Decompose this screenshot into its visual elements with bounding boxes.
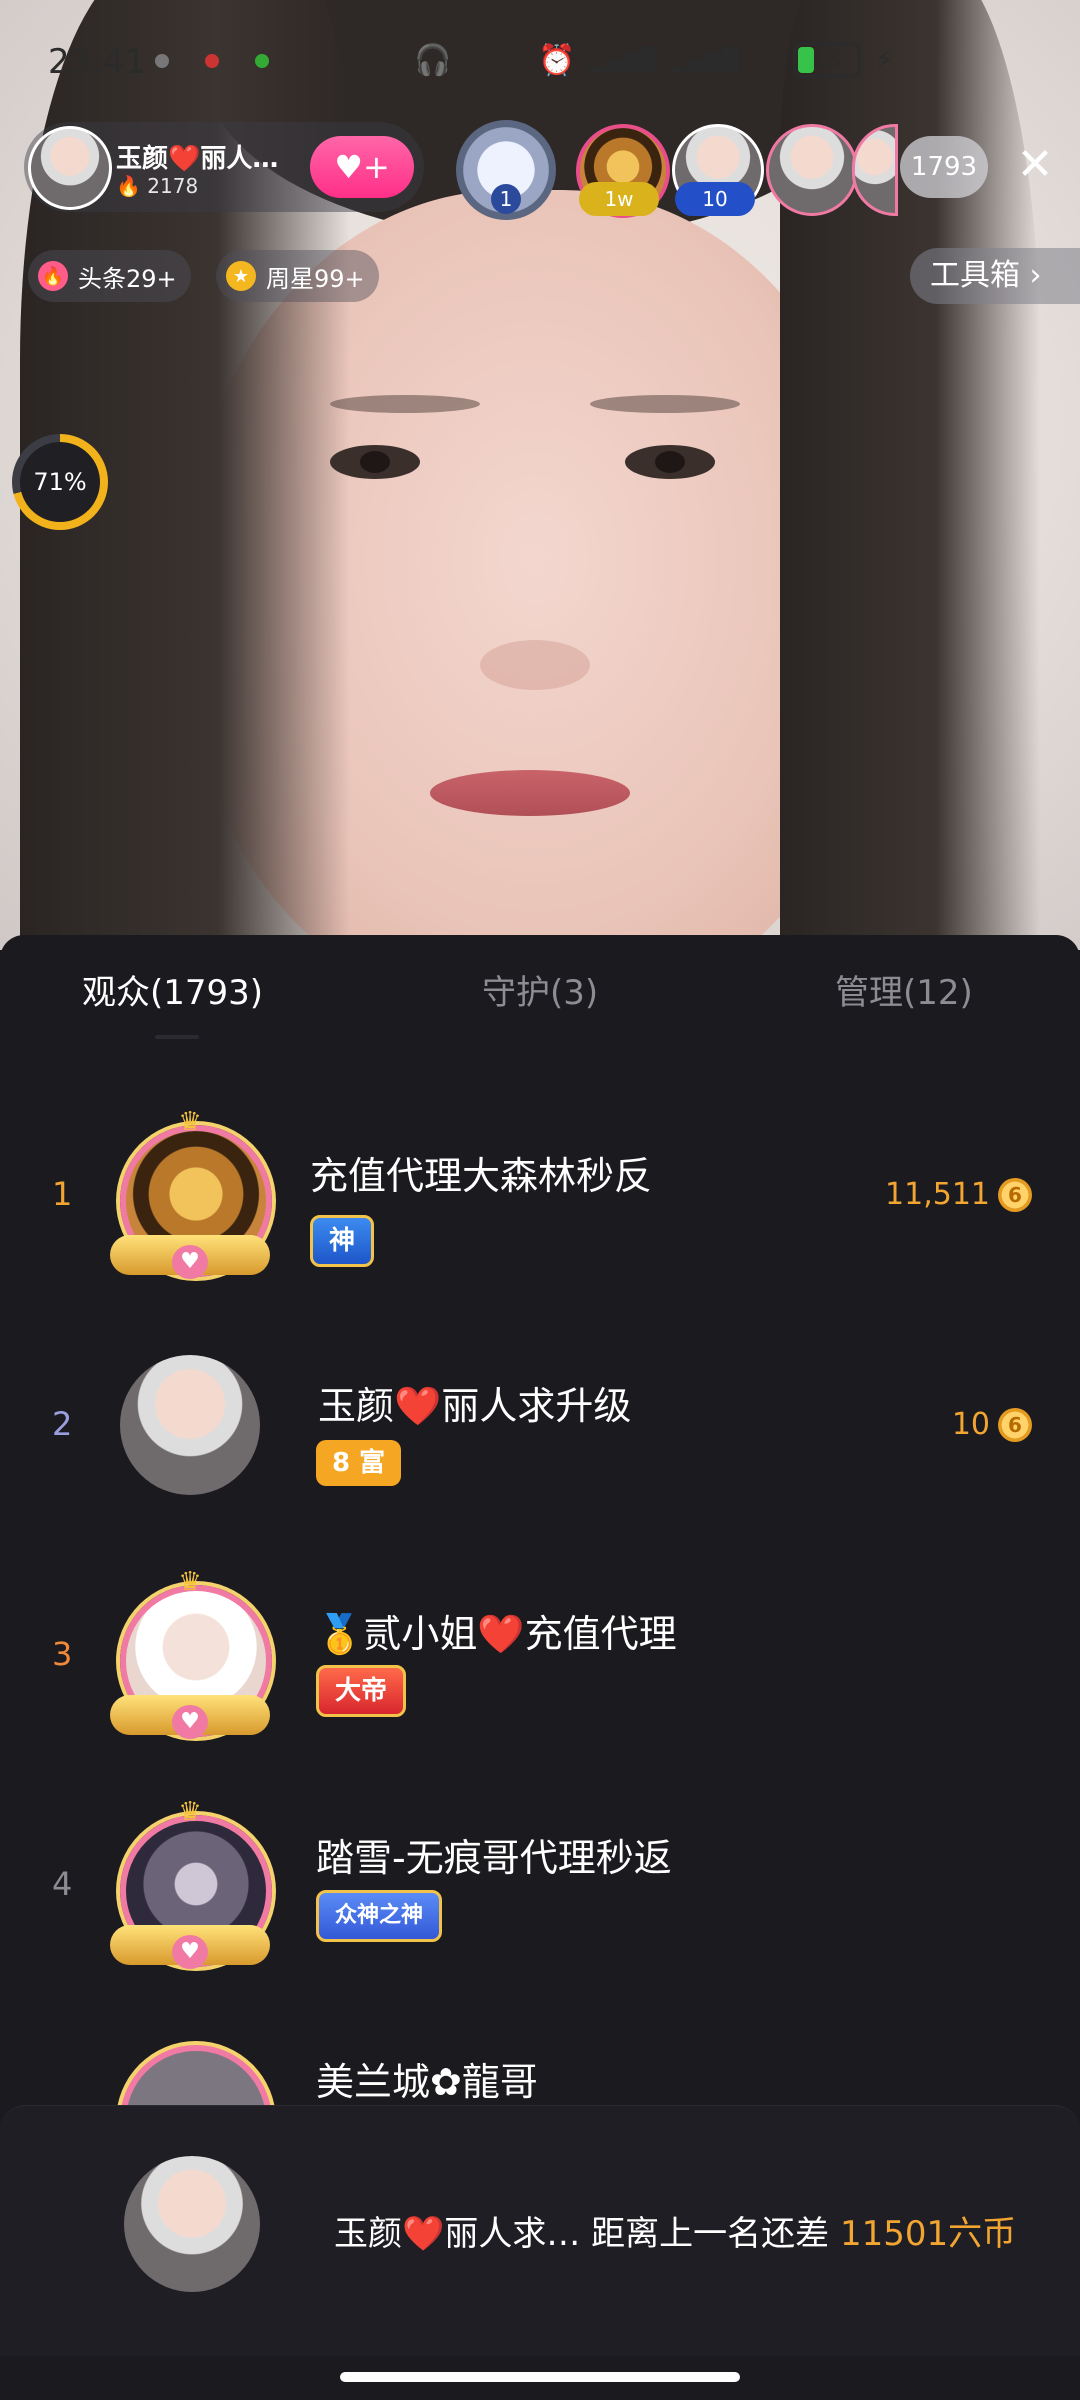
follow-button[interactable]: ♥+ xyxy=(310,136,414,198)
alarm-icon: ⏰ xyxy=(538,42,576,78)
crown-icon: ♛ xyxy=(178,1107,202,1137)
row-rank: 2 xyxy=(52,1405,73,1443)
status-bar: 23:41 ⋯ 🎧 ☾ ᛒ ⏰ ▂▄▆█ ▂▄▆█ ◠ 18 ⚡ xyxy=(0,0,1080,120)
audience-tabs: 观众(1793) 守护(3) 管理(12) xyxy=(0,965,1080,1035)
audience-row[interactable]: 美兰城✿龍哥 xyxy=(0,1995,1080,2105)
my-name: 玉颜❤️丽人求… xyxy=(334,2214,581,2254)
row-rank: 4 xyxy=(52,1865,73,1903)
level-badge: 大帝 xyxy=(316,1665,407,1717)
audience-row[interactable]: 4 ♛ ♥ 踏雪-无痕哥代理秒返 众神之神 xyxy=(0,1765,1080,1995)
row-name: 美兰城✿龍哥 xyxy=(316,2060,538,2104)
row-name: 🥇贰小姐❤️充值代理 xyxy=(316,1612,677,1656)
top-viewer-tag: 1w xyxy=(579,182,659,216)
toolbox-button[interactable]: 工具箱 › xyxy=(910,248,1080,304)
host-name: 玉颜❤️丽人… xyxy=(116,144,279,174)
my-rank-text: 玉颜❤️丽人求… 距离上一名还差 11501六币 xyxy=(334,2206,1016,2255)
video-brow xyxy=(330,395,480,413)
tab-audience[interactable]: 观众(1793) xyxy=(82,965,263,1014)
crown-icon: ♛ xyxy=(178,1797,202,1827)
status-time: 23:41 xyxy=(48,42,146,82)
row-rank: 3 xyxy=(52,1635,73,1673)
video-eye xyxy=(625,445,715,479)
rank-medal-badge[interactable]: 1 xyxy=(456,120,556,220)
signal-icon: ▂▄▆█ xyxy=(671,47,739,73)
battery-icon: 18 xyxy=(793,42,862,78)
level-badge: 8 富 xyxy=(316,1440,402,1486)
fire-icon: 🔥 xyxy=(116,174,141,198)
plus-heart-icon: ♥+ xyxy=(334,148,390,186)
my-avatar[interactable] xyxy=(124,2156,260,2292)
headphones-icon: 🎧 xyxy=(414,42,452,78)
video-mouth xyxy=(430,770,630,816)
wifi-icon: ◠ xyxy=(753,42,780,78)
more-dots-icon: ⋯ xyxy=(370,42,400,78)
row-name: 踏雪-无痕哥代理秒返 xyxy=(316,1836,672,1880)
signal-icon: ▂▄▆█ xyxy=(589,47,658,73)
row-name: 充值代理大森林秒反 xyxy=(310,1154,653,1198)
row-name: 玉颜❤️丽人求升级 xyxy=(318,1384,632,1428)
crown-icon: ♛ xyxy=(178,1567,202,1597)
coin-icon: 6 xyxy=(998,1177,1032,1212)
fire-icon: 🔥 xyxy=(38,261,68,291)
level-badge: 众神之神 xyxy=(316,1890,443,1942)
moon-icon: ☾ xyxy=(465,42,493,78)
top-viewer-tag: 10 xyxy=(675,182,755,216)
gap-amount: 11501六币 xyxy=(839,2214,1017,2254)
gap-text: 距离上一名还差 xyxy=(591,2214,830,2254)
audience-row[interactable]: 2 玉颜❤️丽人求升级 8 富 10 6 xyxy=(0,1305,1080,1535)
top-viewer-avatar[interactable] xyxy=(766,124,858,216)
host-fire-count: 🔥 2178 xyxy=(116,174,199,198)
heart-gem-icon: ♥ xyxy=(172,1935,208,1969)
my-rank-footer: 玉颜❤️丽人求… 距离上一名还差 11501六币 xyxy=(0,2105,1080,2356)
video-nose xyxy=(480,640,590,690)
star-icon: ★ xyxy=(226,261,256,291)
notification-icon xyxy=(205,54,219,68)
progress-label: 71% xyxy=(20,442,100,522)
host-avatar[interactable] xyxy=(28,126,112,210)
chip-headline-label: 头条29+ xyxy=(78,264,177,293)
rank-medal-number: 1 xyxy=(491,184,521,214)
chip-weekly-star-label: 周星99+ xyxy=(266,264,365,293)
row-avatar[interactable] xyxy=(120,2045,272,2105)
bluetooth-icon: ᛒ xyxy=(506,42,525,78)
notification-icon xyxy=(255,54,269,68)
home-indicator[interactable] xyxy=(340,2372,740,2382)
viewer-count-button[interactable]: 1793 xyxy=(900,136,988,198)
charging-icon: ⚡ xyxy=(875,45,894,75)
video-brow xyxy=(590,395,740,413)
chip-weekly-star[interactable]: ★ 周星99+ xyxy=(216,250,379,302)
row-coins: 10 6 xyxy=(952,1407,1032,1442)
tab-admins[interactable]: 管理(12) xyxy=(835,965,973,1014)
status-icons: ⋯ 🎧 ☾ ᛒ ⏰ ▂▄▆█ ▂▄▆█ ◠ 18 ⚡ xyxy=(370,40,893,80)
audience-row[interactable]: 1 ♛ ♥ 充值代理大森林秒反 神 11,511 6 xyxy=(0,1075,1080,1305)
close-icon[interactable]: ✕ xyxy=(1010,140,1060,190)
audience-row[interactable]: 3 ♛ ♥ 🥇贰小姐❤️充值代理 大帝 xyxy=(0,1535,1080,1765)
heart-gem-icon: ♥ xyxy=(172,1705,208,1739)
tab-indicator xyxy=(155,1035,199,1039)
notification-icon xyxy=(155,54,169,68)
row-coins: 11,511 6 xyxy=(885,1177,1032,1212)
progress-ring[interactable]: 71% xyxy=(12,434,108,530)
chip-headline[interactable]: 🔥 头条29+ xyxy=(28,250,191,302)
heart-gem-icon: ♥ xyxy=(172,1245,208,1279)
level-badge: 神 xyxy=(310,1215,375,1267)
video-eye xyxy=(330,445,420,479)
row-avatar[interactable] xyxy=(120,1355,260,1495)
tab-guardians[interactable]: 守护(3) xyxy=(482,965,598,1014)
coin-icon: 6 xyxy=(998,1407,1032,1442)
row-rank: 1 xyxy=(52,1175,73,1213)
